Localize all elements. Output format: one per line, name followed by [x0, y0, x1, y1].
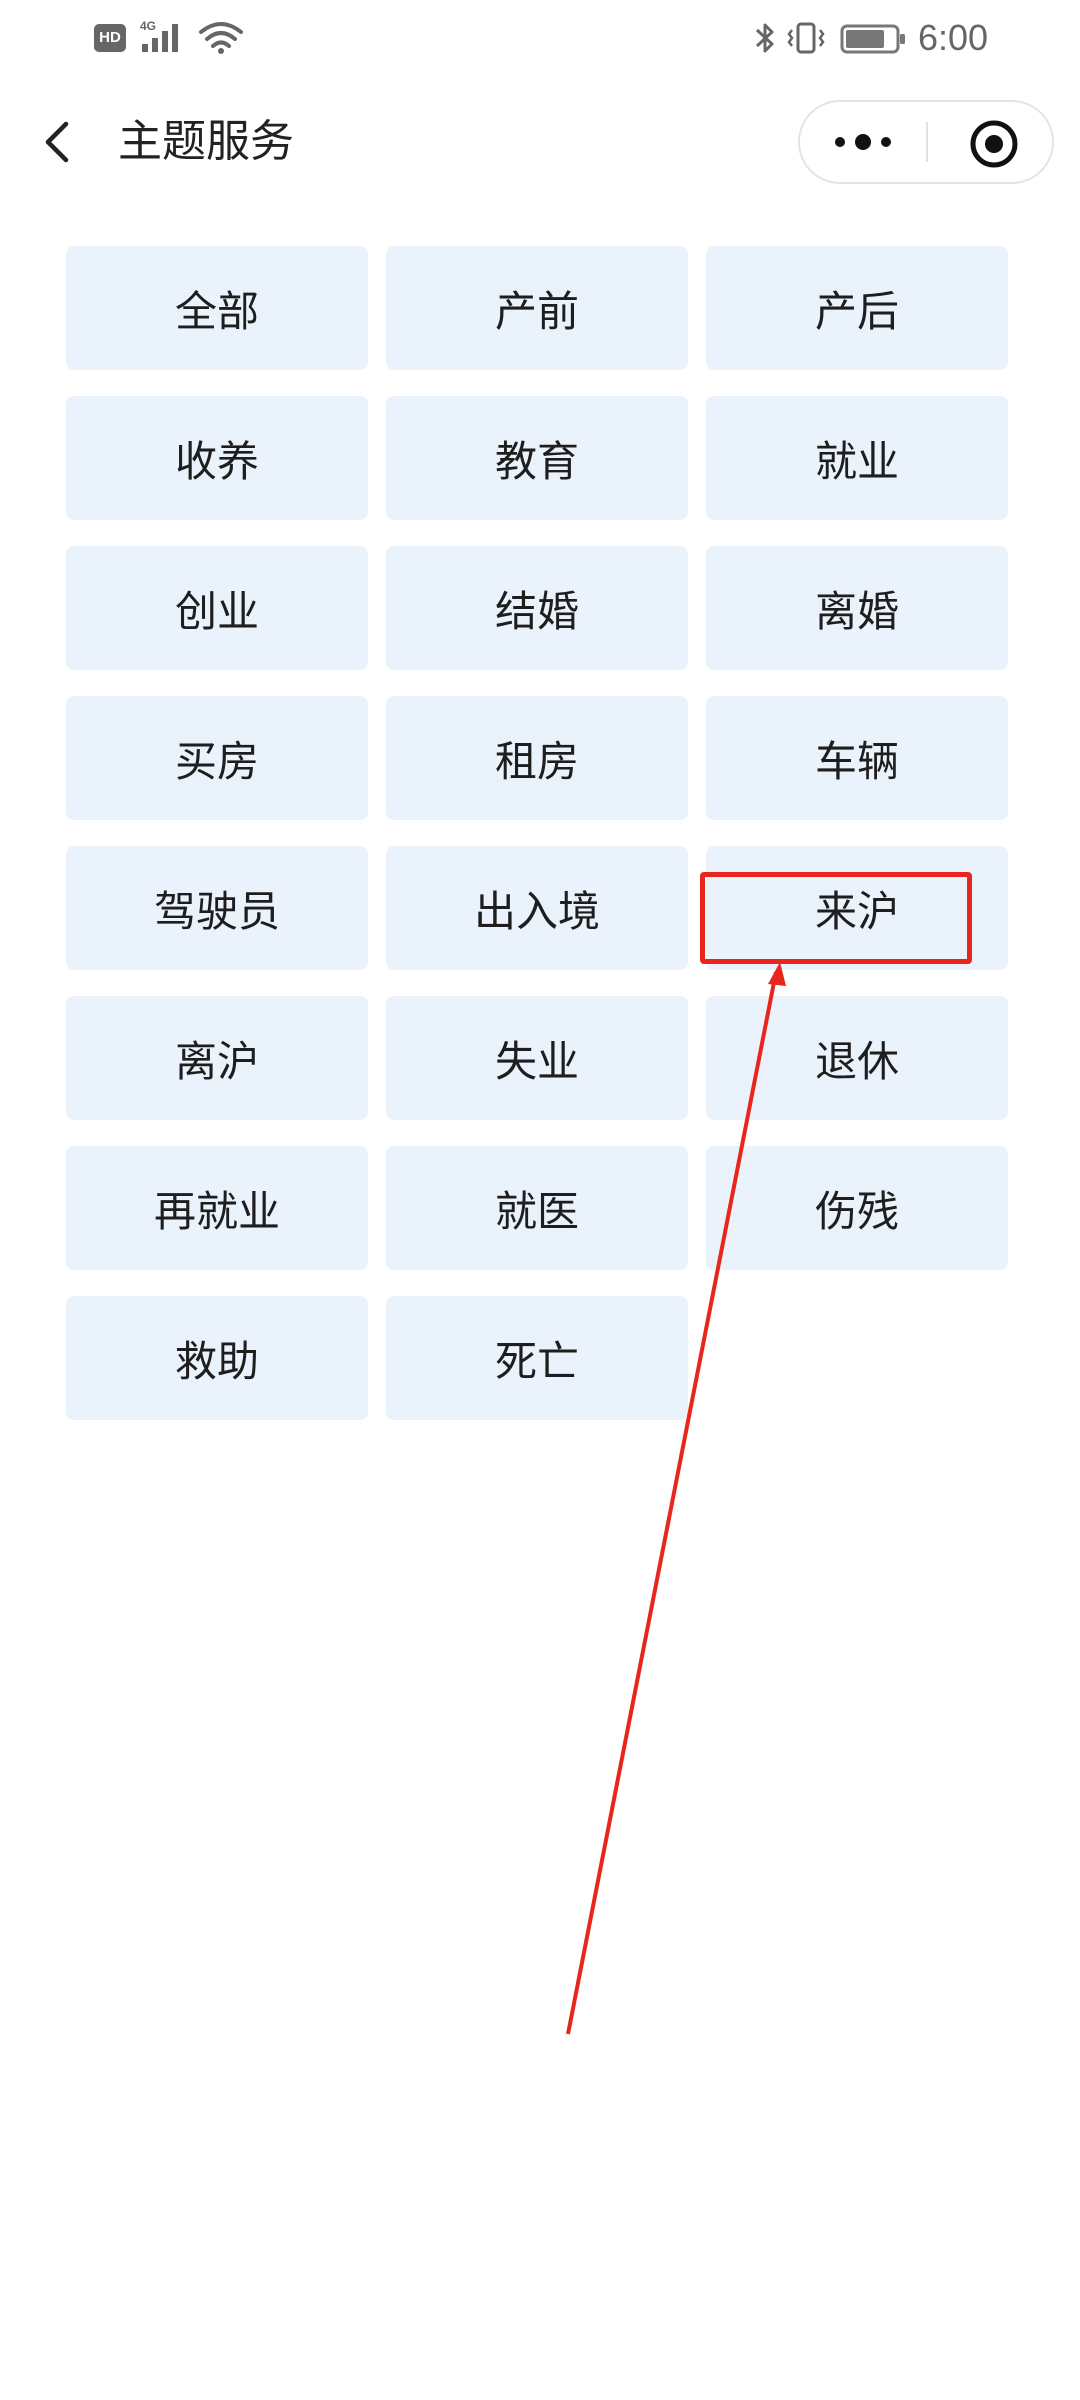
category-tile[interactable]: 再就业 — [66, 1146, 368, 1270]
more-dots-icon[interactable] — [830, 102, 896, 182]
capsule-divider — [926, 122, 928, 162]
status-time: 6:00 — [918, 17, 989, 58]
category-tile[interactable]: 车辆 — [706, 696, 1008, 820]
category-tile[interactable]: 创业 — [66, 546, 368, 670]
category-tile[interactable]: 出入境 — [386, 846, 688, 970]
category-tile[interactable]: 产前 — [386, 246, 688, 370]
wifi-icon — [199, 22, 243, 54]
category-tile[interactable]: 买房 — [66, 696, 368, 820]
page-title: 主题服务 — [118, 116, 294, 167]
category-tile[interactable]: 产后 — [706, 246, 1008, 370]
category-tile[interactable]: 教育 — [386, 396, 688, 520]
signal-icon: 4G — [140, 19, 178, 52]
category-tile[interactable]: 死亡 — [386, 1296, 688, 1420]
category-tile[interactable]: 救助 — [66, 1296, 368, 1420]
bluetooth-icon — [755, 23, 774, 53]
category-grid: 全部 产前 产后 收养 教育 就业 创业 结婚 离婚 买房 租房 车辆 驾驶员 … — [66, 246, 1016, 1420]
status-bar: HD 4G 6:00 — [0, 0, 1080, 76]
category-tile[interactable]: 离沪 — [66, 996, 368, 1120]
category-tile[interactable]: 就业 — [706, 396, 1008, 520]
category-tile[interactable]: 失业 — [386, 996, 688, 1120]
category-tile[interactable]: 全部 — [66, 246, 368, 370]
vibrate-icon — [787, 22, 825, 54]
annotation-highlight-box — [700, 872, 972, 964]
category-tile[interactable]: 租房 — [386, 696, 688, 820]
category-tile[interactable]: 就医 — [386, 1146, 688, 1270]
category-tile[interactable]: 收养 — [66, 396, 368, 520]
category-tile[interactable]: 伤残 — [706, 1146, 1008, 1270]
category-tile[interactable]: 结婚 — [386, 546, 688, 670]
chevron-left-icon[interactable] — [34, 112, 84, 172]
target-close-icon[interactable] — [966, 116, 1022, 172]
hd-icon: HD — [94, 24, 126, 52]
category-tile[interactable]: 驾驶员 — [66, 846, 368, 970]
category-tile[interactable]: 退休 — [706, 996, 1008, 1120]
mini-program-capsule — [798, 100, 1054, 184]
category-tile[interactable]: 离婚 — [706, 546, 1008, 670]
battery-icon — [840, 24, 905, 54]
network-type-label: 4G — [140, 19, 156, 33]
